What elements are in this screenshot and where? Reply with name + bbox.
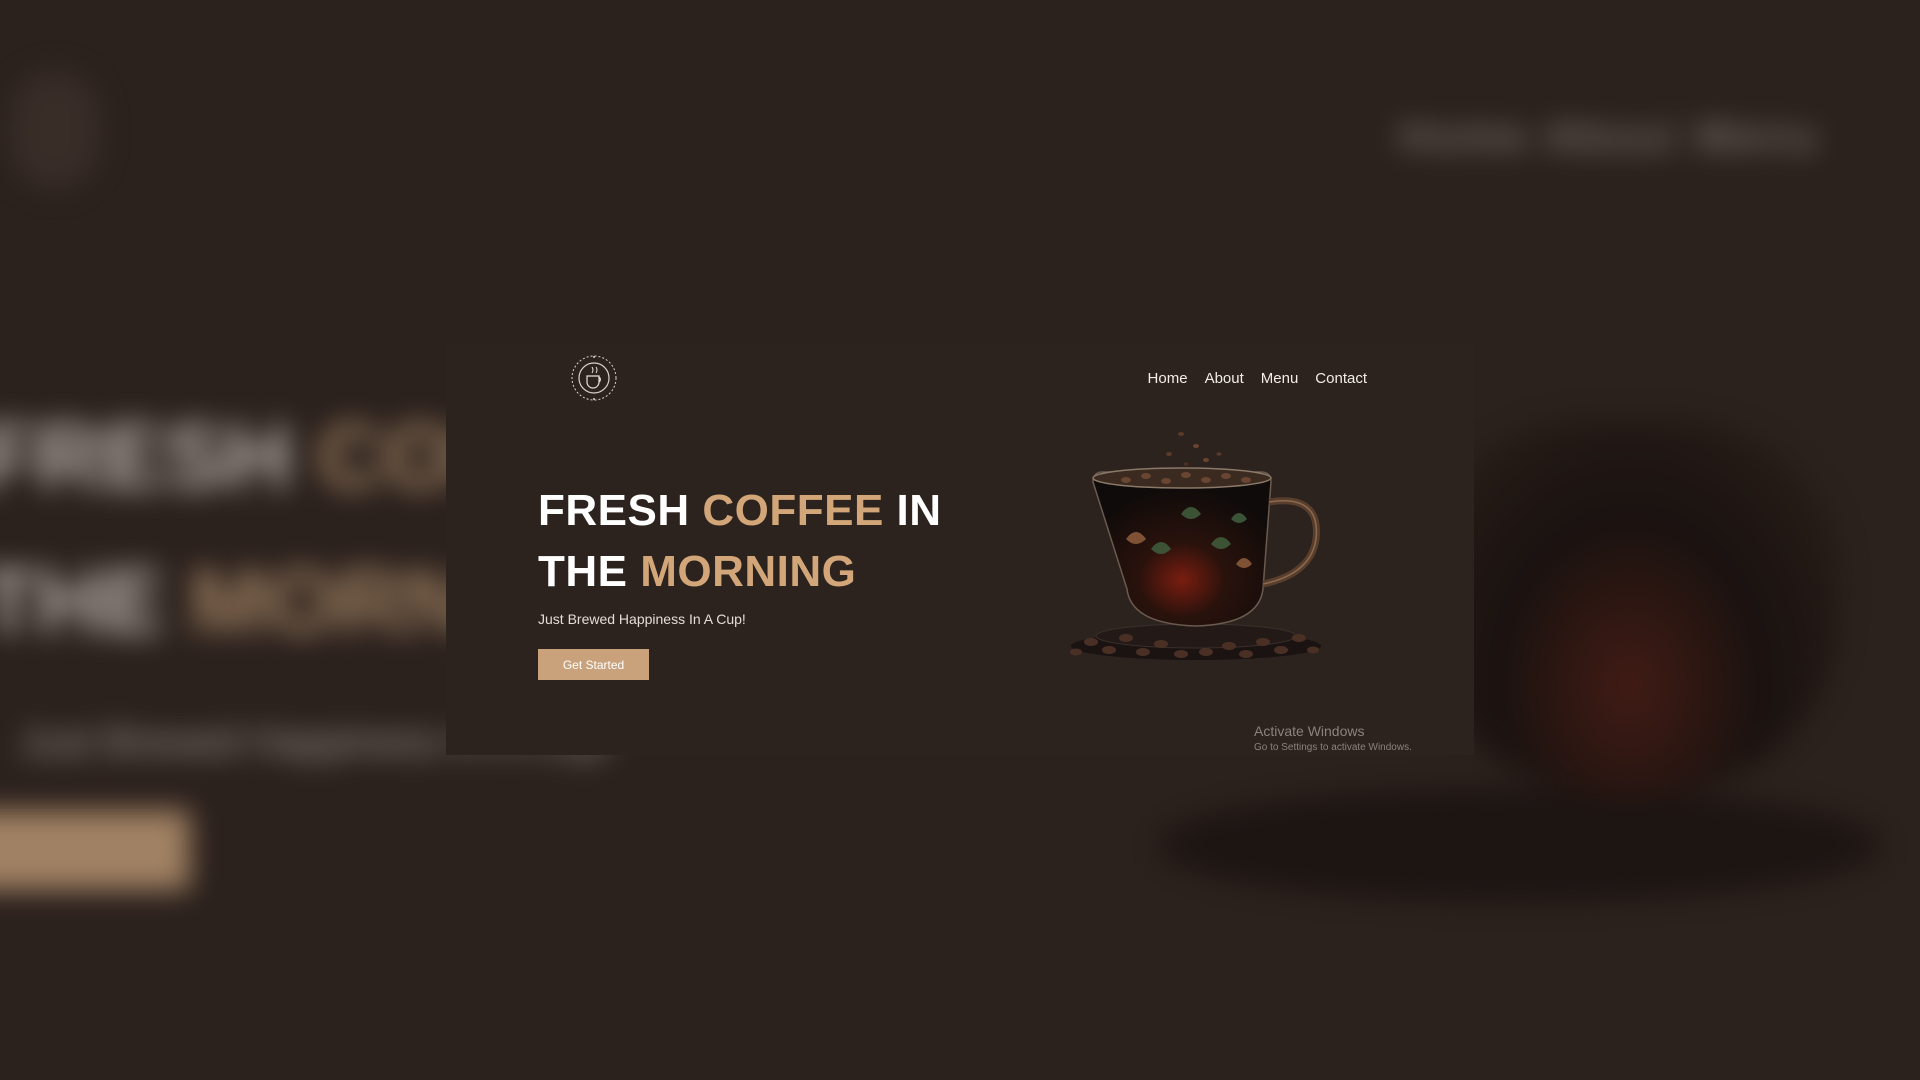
- watermark-subtitle: Go to Settings to activate Windows.: [1254, 742, 1412, 753]
- blurred-saucer: [1160, 790, 1880, 900]
- hero-title-text: IN: [883, 486, 942, 535]
- activate-windows-watermark: Activate Windows Go to Settings to activ…: [1254, 723, 1412, 753]
- get-started-button[interactable]: Get Started: [538, 649, 649, 680]
- nav-about[interactable]: About: [1205, 370, 1244, 387]
- hero-title-accent: COFFEE: [702, 486, 884, 535]
- hero-tagline: Just Brewed Happiness In A Cup!: [538, 611, 746, 627]
- watermark-title: Activate Windows: [1254, 723, 1365, 739]
- main-nav: Home About Menu Contact: [1148, 370, 1367, 387]
- hero-title-text: THE: [538, 547, 641, 596]
- nav-home[interactable]: Home: [1148, 370, 1188, 387]
- hero-title-text: FRESH: [538, 486, 703, 535]
- coffee-cup-with-beans-icon: [1031, 424, 1361, 664]
- hero-title-accent: MORNING: [640, 547, 857, 596]
- blurred-cup: [1420, 420, 1840, 800]
- blurred-logo: [10, 70, 100, 190]
- coffee-cup-emblem-icon[interactable]: [566, 350, 622, 406]
- nav-contact[interactable]: Contact: [1315, 370, 1367, 387]
- landing-page: Home About Menu Contact FRESH COFFEE IN …: [446, 344, 1474, 755]
- nav-menu[interactable]: Menu: [1261, 370, 1299, 387]
- blurred-nav: Home About Menu: [1400, 115, 1822, 159]
- hero-title: FRESH COFFEE IN THE MORNING: [538, 480, 942, 602]
- blurred-button: [0, 810, 190, 890]
- screen: Home About Menu FRESH COFFEE THE MORNING…: [0, 0, 1920, 1080]
